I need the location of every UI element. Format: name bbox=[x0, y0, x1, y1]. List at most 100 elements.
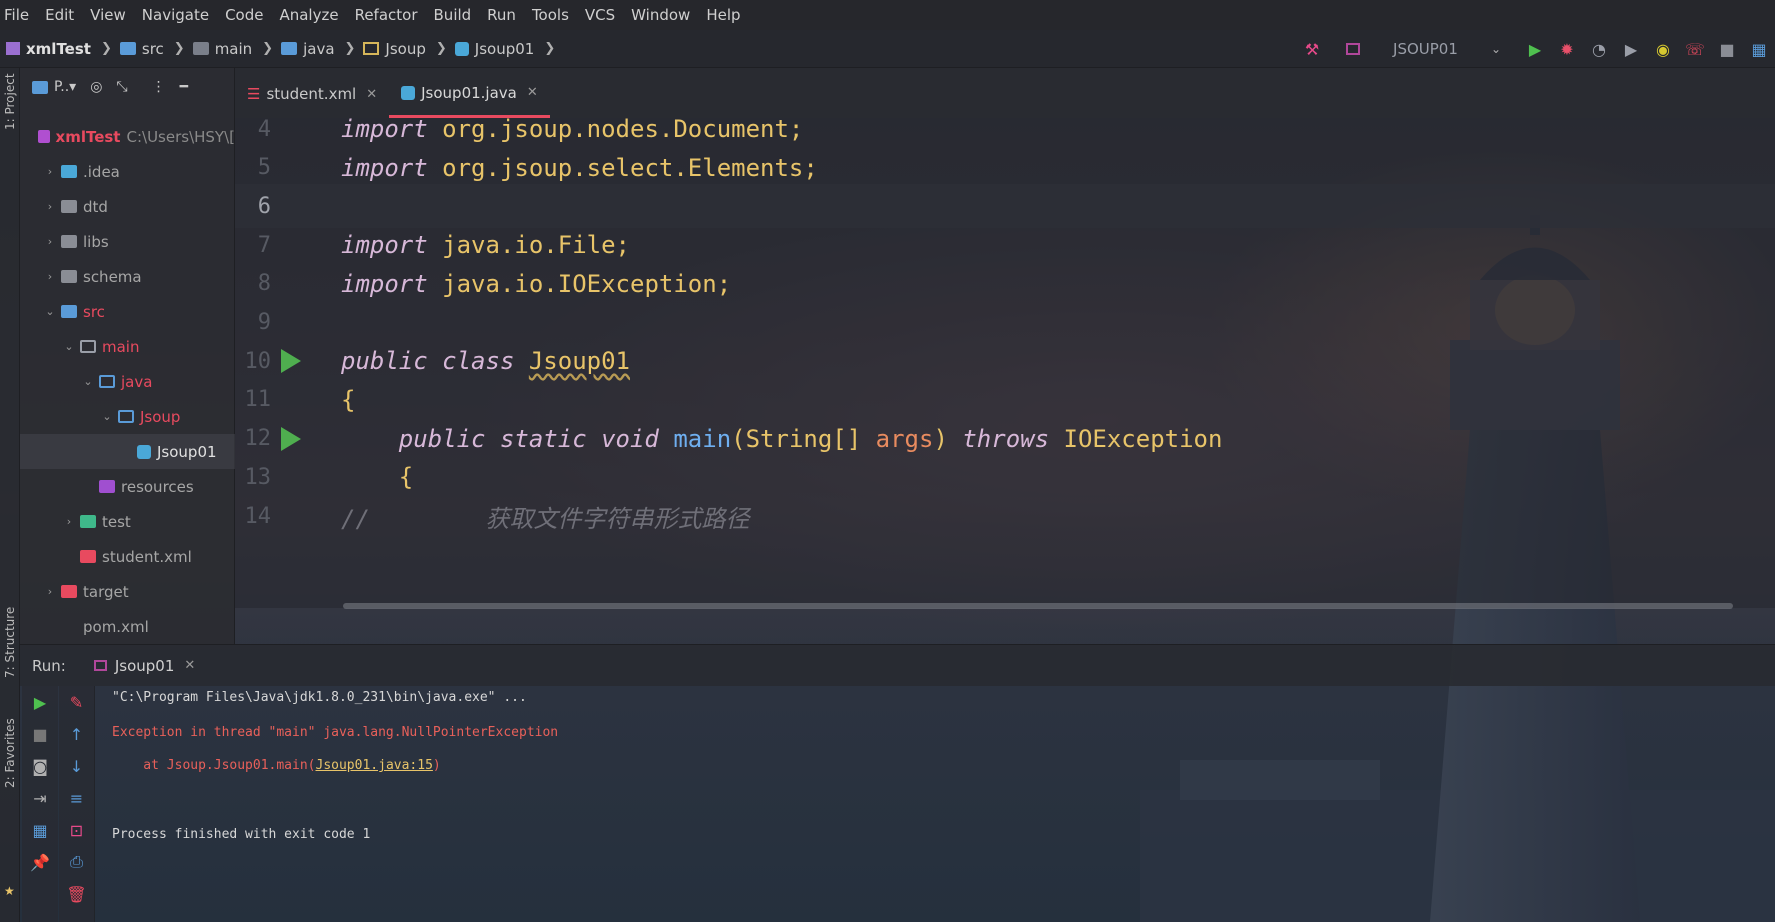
stop-icon[interactable]: ■ bbox=[1711, 30, 1743, 68]
stop-icon[interactable]: ■ bbox=[22, 718, 58, 750]
code-line[interactable]: 7 import java.io.File; bbox=[235, 223, 1775, 267]
code-line[interactable]: 11 { bbox=[235, 378, 1775, 422]
menu-build[interactable]: Build bbox=[426, 6, 480, 24]
more-options-icon[interactable]: ⋮ bbox=[152, 79, 166, 95]
chevron-right-icon[interactable]: › bbox=[43, 165, 57, 178]
code-line[interactable]: 8 import java.io.IOException; bbox=[235, 262, 1775, 306]
menu-help[interactable]: Help bbox=[698, 6, 748, 24]
code-token-kw: import bbox=[341, 269, 428, 298]
project-view-select[interactable]: P..▾ bbox=[32, 79, 76, 95]
chevron-right-icon[interactable]: › bbox=[43, 585, 57, 598]
exit-icon[interactable]: ⇥ bbox=[22, 782, 58, 814]
chevron-down-icon[interactable]: ⌄ bbox=[100, 410, 114, 423]
code-editor[interactable]: 4 import org.jsoup.nodes.Document; 5 import… bbox=[235, 115, 1775, 609]
code-line[interactable]: 5 import org.jsoup.select.Elements; bbox=[235, 146, 1775, 190]
menu-file[interactable]: File bbox=[0, 6, 37, 24]
close-icon[interactable]: ✕ bbox=[527, 85, 538, 100]
menu-run[interactable]: Run bbox=[479, 6, 524, 24]
chevron-right-icon[interactable]: › bbox=[62, 515, 76, 528]
favorites-tool-window-button[interactable]: 2: Favorites bbox=[3, 718, 17, 788]
coverage-icon[interactable]: ◔ bbox=[1583, 30, 1615, 68]
arrow-down-icon[interactable]: ↓ bbox=[59, 750, 94, 782]
tree-item-studentxml[interactable]: student.xml bbox=[20, 539, 235, 574]
run-configuration-select[interactable]: JSOUP01 ⌄ bbox=[1336, 35, 1511, 63]
trash-icon[interactable]: 🗑 bbox=[59, 878, 94, 910]
tree-item-src[interactable]: ⌄ src bbox=[20, 294, 235, 329]
tree-item-java[interactable]: ⌄ java bbox=[20, 364, 235, 399]
collapse-icon[interactable]: ⤡ bbox=[116, 79, 127, 95]
horizontal-scrollbar[interactable] bbox=[343, 603, 1733, 609]
chevron-right-icon[interactable]: › bbox=[43, 270, 57, 283]
tree-item-target[interactable]: › target bbox=[20, 574, 235, 609]
debug-icon[interactable]: ✹ bbox=[1551, 30, 1583, 68]
breadcrumb-project[interactable]: xmlTest ❯ bbox=[0, 40, 112, 58]
chevron-down-icon[interactable]: ⌄ bbox=[43, 305, 57, 318]
run-tab-jsoup01[interactable]: Jsoup01 ✕ bbox=[93, 657, 195, 675]
chevron-down-icon[interactable]: ⌄ bbox=[62, 340, 76, 353]
project-tool-window-button[interactable]: 1: Project bbox=[3, 73, 17, 130]
minimize-icon[interactable]: ━ bbox=[180, 79, 188, 95]
tree-item-schema[interactable]: › schema bbox=[20, 259, 235, 294]
tab-jsoup01-java[interactable]: Jsoup01.java ✕ bbox=[389, 70, 550, 118]
layout-icon[interactable]: ▦ bbox=[22, 814, 58, 846]
phone-icon[interactable]: ☏ bbox=[1679, 30, 1711, 68]
chevron-down-icon[interactable]: ⌄ bbox=[81, 375, 95, 388]
tree-item-pomxml[interactable]: pom.xml bbox=[20, 609, 235, 644]
breadcrumb-src[interactable]: src ❯ bbox=[112, 40, 185, 58]
tab-student-xml[interactable]: ☰ student.xml ✕ bbox=[235, 70, 389, 118]
menu-view[interactable]: View bbox=[82, 6, 134, 24]
camera-icon[interactable]: ◙ bbox=[22, 750, 58, 782]
code-line[interactable]: 6 bbox=[235, 184, 1775, 229]
breadcrumb-main[interactable]: main ❯ bbox=[185, 40, 273, 58]
breadcrumb-java[interactable]: java ❯ bbox=[273, 40, 355, 58]
rerun-icon[interactable]: ▶ bbox=[22, 686, 58, 718]
menu-code[interactable]: Code bbox=[217, 6, 271, 24]
tree-item-jsoup01[interactable]: Jsoup01 bbox=[20, 434, 235, 469]
close-icon[interactable]: ✕ bbox=[366, 87, 377, 102]
tree-item-resources[interactable]: resources bbox=[20, 469, 235, 504]
menu-navigate[interactable]: Navigate bbox=[134, 6, 217, 24]
menu-vcs[interactable]: VCS bbox=[577, 6, 623, 24]
edit-icon[interactable]: ✎ bbox=[59, 686, 94, 718]
gutter-run-icon[interactable] bbox=[281, 426, 301, 451]
tree-item-jsoup[interactable]: ⌄ Jsoup bbox=[20, 399, 235, 434]
pin-icon[interactable]: 📌 bbox=[22, 846, 58, 878]
tree-item-xmltest[interactable]: xmlTest C:\Users\HSY\[ bbox=[20, 119, 235, 154]
gutter-run-icon[interactable] bbox=[281, 349, 301, 374]
tree-item-idea[interactable]: › .idea bbox=[20, 154, 235, 189]
chevron-right-icon[interactable]: › bbox=[43, 235, 57, 248]
profile-icon[interactable]: ▶ bbox=[1615, 30, 1647, 68]
target-icon[interactable]: ◎ bbox=[90, 79, 102, 95]
structure-tool-window-button[interactable]: 7: Structure bbox=[3, 607, 17, 678]
scroll-to-end-icon[interactable]: ⊡ bbox=[59, 814, 94, 846]
code-line[interactable]: 14 // 获取文件字符串形式路径 bbox=[235, 494, 1775, 538]
chevron-right-icon[interactable]: › bbox=[43, 200, 57, 213]
arrow-up-icon[interactable]: ↑ bbox=[59, 718, 94, 750]
breadcrumb-project-label: xmlTest bbox=[26, 39, 91, 58]
tree-item-test[interactable]: › test bbox=[20, 504, 235, 539]
hammer-icon[interactable]: ⚒ bbox=[1296, 30, 1328, 68]
menu-edit[interactable]: Edit bbox=[37, 6, 82, 24]
source-link[interactable]: Jsoup01.java:15 bbox=[316, 758, 433, 773]
menu-analyze[interactable]: Analyze bbox=[271, 6, 346, 24]
project-panel-header: P..▾ ◎ ⤡ ⋮ ━ bbox=[20, 68, 234, 106]
breadcrumb-jsoup01[interactable]: Jsoup01 ❯ bbox=[447, 40, 555, 58]
menu-window[interactable]: Window bbox=[623, 6, 698, 24]
breadcrumb-jsoup[interactable]: Jsoup ❯ bbox=[355, 40, 447, 58]
soft-wrap-icon[interactable]: ≡ bbox=[59, 782, 94, 814]
tree-item-dtd[interactable]: › dtd bbox=[20, 189, 235, 224]
run-icon[interactable]: ▶ bbox=[1519, 30, 1551, 68]
run-console[interactable]: "C:\Program Files\Java\jdk1.8.0_231\bin\… bbox=[112, 690, 1712, 922]
menu-tools[interactable]: Tools bbox=[524, 6, 577, 24]
attach-icon[interactable]: ◉ bbox=[1647, 30, 1679, 68]
code-line[interactable]: 10 public class Jsoup01 bbox=[235, 339, 1775, 383]
layout-icon[interactable]: ▦ bbox=[1743, 30, 1775, 68]
code-line[interactable]: 12 public static void main(String[] args… bbox=[235, 417, 1775, 461]
menu-refactor[interactable]: Refactor bbox=[347, 6, 426, 24]
tree-item-main[interactable]: ⌄ main bbox=[20, 329, 235, 364]
close-icon[interactable]: ✕ bbox=[184, 658, 195, 673]
code-line[interactable]: 9 bbox=[235, 301, 1775, 345]
tree-item-libs[interactable]: › libs bbox=[20, 224, 235, 259]
print-icon[interactable]: ⎙ bbox=[59, 846, 94, 878]
code-line[interactable]: 13 { bbox=[235, 455, 1775, 499]
